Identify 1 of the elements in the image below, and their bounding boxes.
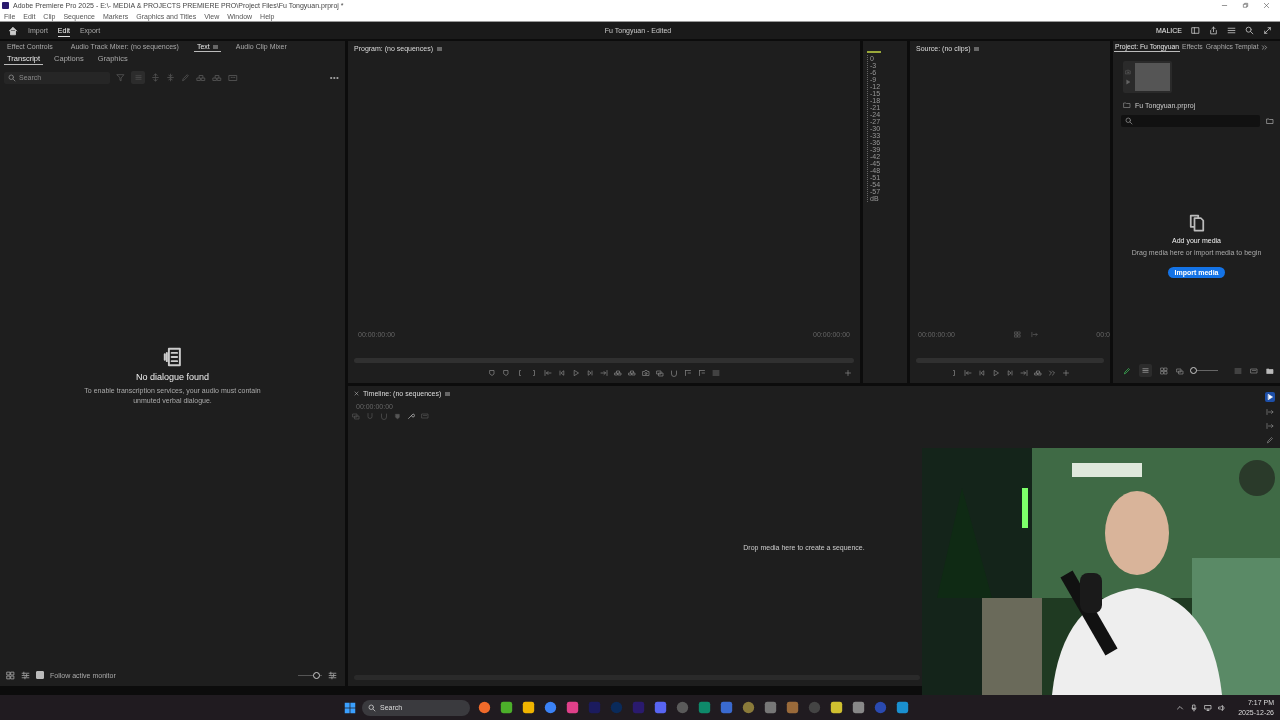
empty-state-title: No dialogue found [135,371,210,382]
